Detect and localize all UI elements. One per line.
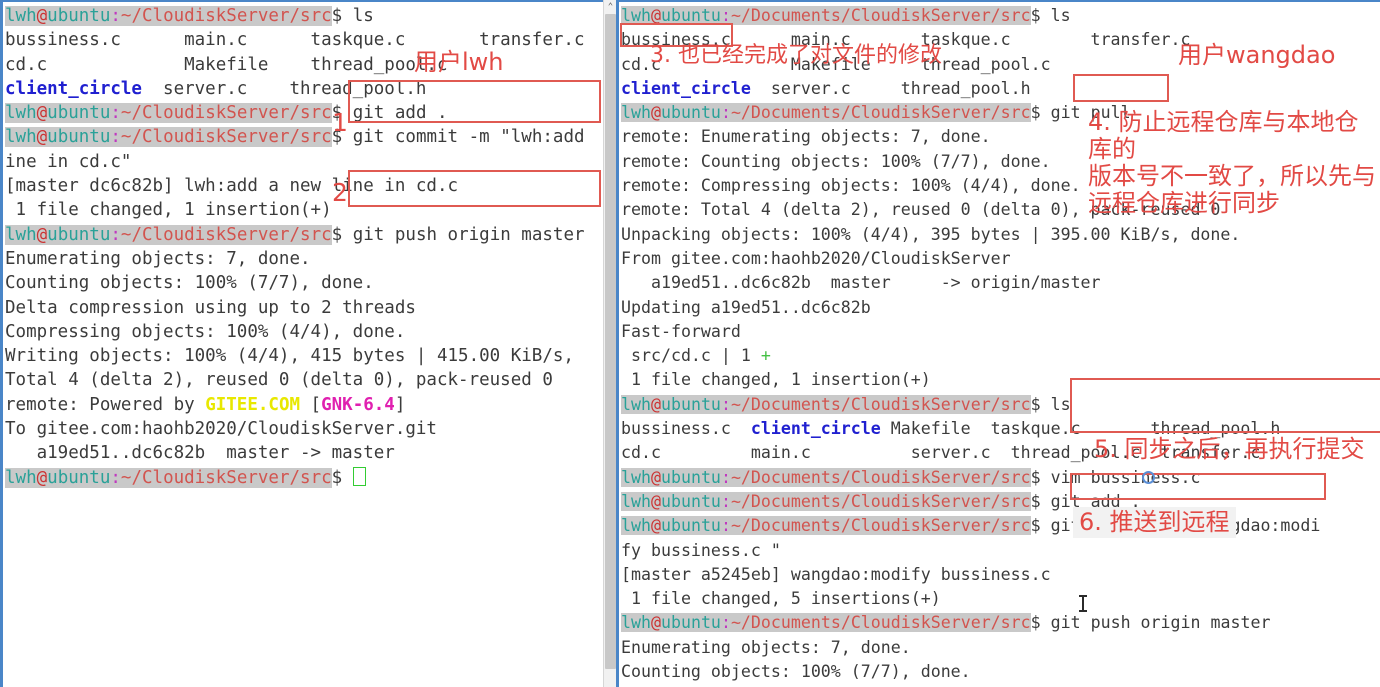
annotation-box-git-add-commit-lwh — [348, 80, 601, 123]
annotation-step-3: 3. 也已经完成了对文件的修改 — [650, 43, 942, 68]
annotation-step-1: 1 — [332, 108, 348, 137]
shell-prompt: lwh@ubuntu:~/CloudiskServer/src — [5, 467, 332, 488]
terminal-line: Enumerating objects: 7, done. — [621, 637, 911, 657]
annotation-box-git-push-lwh — [348, 170, 601, 207]
annotation-step-4: 4. 防止远程仓库与本地仓库的 版本号不一致了，所以先与 远程仓库进行同步 — [1088, 108, 1376, 217]
shell-prompt: lwh@ubuntu:~/CloudiskServer/src — [5, 224, 332, 245]
command-text: git commit -m "lwh:add — [342, 127, 585, 148]
terminal-line: Total 4 (delta 2), reused 0 (delta 0), p… — [5, 370, 553, 391]
terminal-line: Unpacking objects: 100% (4/4), 395 bytes… — [621, 224, 1241, 244]
annotation-step-6: 6. 推送到远程 — [1073, 507, 1236, 538]
command-text: ls — [1040, 394, 1071, 414]
command-text: git push origin master — [1040, 613, 1271, 633]
terminal-output-wangdao[interactable]: lwh@ubuntu:~/Documents/CloudiskServer/sr… — [619, 2, 1380, 687]
terminal-line: bussiness.c main.c taskque.c transfer.c — [5, 30, 585, 51]
terminal-command-line: lwh@ubuntu:~/CloudiskServer/src$ ls — [5, 6, 374, 26]
annotation-step-5: 5. 同步之后，再执行提交 — [1094, 435, 1365, 463]
scrollbar-thumb[interactable] — [605, 14, 616, 669]
terminal-line: Enumerating objects: 7, done. — [5, 248, 311, 269]
shell-prompt: lwh@ubuntu:~/Documents/CloudiskServer/sr… — [621, 467, 1031, 487]
directory-entry[interactable]: client_circle — [751, 419, 881, 438]
terminal-line: a19ed51..dc6c82b master -> master — [5, 443, 395, 464]
terminal-cursor — [352, 466, 366, 486]
annotation-user-lwh: 用户lwh — [414, 48, 504, 76]
shell-prompt: lwh@ubuntu:~/CloudiskServer/src — [5, 103, 332, 124]
gitee-brand: GITEE.COM — [205, 394, 301, 415]
shell-prompt: lwh@ubuntu:~/Documents/CloudiskServer/sr… — [621, 613, 1031, 633]
vertical-scrollbar[interactable]: ⌃ — [603, 0, 617, 687]
terminal-remote-line: remote: Powered by GITEE.COM [GNK-6.4] — [5, 394, 406, 415]
terminal-line: fy bussiness.c " — [621, 540, 781, 560]
gnk-version: GNK-6.4 — [321, 394, 395, 415]
directory-entry[interactable]: client_circle — [5, 79, 142, 99]
command-text: ls — [342, 6, 374, 26]
command-text: git push origin master — [342, 224, 585, 245]
text-cursor-ibeam — [1079, 595, 1087, 612]
annotation-user-wangdao: 用户wangdao — [1178, 41, 1336, 69]
mouse-pointer-dot — [1142, 471, 1155, 484]
terminal-pane-wangdao[interactable]: lwh@ubuntu:~/Documents/CloudiskServer/sr… — [616, 0, 1380, 687]
annotation-box-git-add-commit-wangdao — [1070, 378, 1380, 433]
screenshot-root: lwh@ubuntu:~/CloudiskServer/src$ ls bussi… — [0, 0, 1380, 687]
terminal-line: Updating a19ed51..dc6c82b — [621, 297, 871, 317]
terminal-line: a19ed51..dc6c82b master -> origin/master — [621, 273, 1101, 293]
terminal-line: Fast-forward — [621, 321, 741, 341]
shell-prompt: lwh@ubuntu:~/CloudiskServer/src — [5, 6, 332, 26]
terminal-line: Delta compression using up to 2 threads — [5, 297, 416, 318]
annotation-box-git-push-wangdao — [1070, 473, 1326, 500]
shell-prompt: lwh@ubuntu:~/Documents/CloudiskServer/sr… — [621, 491, 1031, 511]
terminal-line: To gitee.com:haohb2020/CloudiskServer.gi… — [5, 419, 437, 440]
shell-prompt: lwh@ubuntu:~/Documents/CloudiskServer/sr… — [621, 103, 1031, 123]
shell-prompt: lwh@ubuntu:~/Documents/CloudiskServer/sr… — [621, 394, 1031, 414]
terminal-line: Compressing objects: 100% (4/4), done. — [5, 321, 406, 342]
directory-entry[interactable]: client_circle — [621, 79, 751, 98]
terminal-line: From gitee.com:haohb2020/CloudiskServer — [621, 248, 1011, 268]
terminal-active-prompt: lwh@ubuntu:~/CloudiskServer/src$ — [5, 466, 603, 490]
shell-prompt: lwh@ubuntu:~/Documents/CloudiskServer/sr… — [621, 516, 1031, 536]
terminal-command-line: lwh@ubuntu:~/CloudiskServer/src$ git pus… — [5, 224, 585, 245]
terminal-command-line: lwh@ubuntu:~/Documents/CloudiskServer/sr… — [621, 516, 1321, 536]
terminal-command-line: lwh@ubuntu:~/CloudiskServer/src$ git com… — [5, 127, 585, 148]
terminal-ls-line: client_circle server.c thread_pool.h — [621, 78, 1031, 98]
terminal-command-line: lwh@ubuntu:~/Documents/CloudiskServer/sr… — [621, 6, 1071, 25]
terminal-output-lwh[interactable]: lwh@ubuntu:~/CloudiskServer/src$ ls bussi… — [3, 2, 603, 490]
terminal-line: [master a5245eb] wangdao:modify bussines… — [621, 564, 1051, 584]
terminal-command-line: lwh@ubuntu:~/Documents/CloudiskServer/sr… — [621, 613, 1271, 633]
annotation-step-2: 2 — [332, 178, 348, 207]
diff-plus: + — [760, 346, 771, 366]
terminal-diffstat-line: src/cd.c | 1 + — [621, 346, 771, 366]
terminal-line: cd.c Makefile thread_pool.c — [5, 54, 448, 75]
command-text: ls — [1040, 6, 1071, 25]
terminal-line: Counting objects: 100% (7/7), done. — [5, 273, 374, 294]
terminal-line: 1 file changed, 5 insertions(+) — [621, 589, 941, 609]
terminal-line: Writing objects: 100% (4/4), 415 bytes |… — [5, 346, 574, 367]
terminal-line: Counting objects: 100% (7/7), done. — [621, 662, 971, 682]
shell-prompt: lwh@ubuntu:~/CloudiskServer/src — [5, 127, 332, 148]
annotation-box-git-pull — [1073, 74, 1169, 102]
